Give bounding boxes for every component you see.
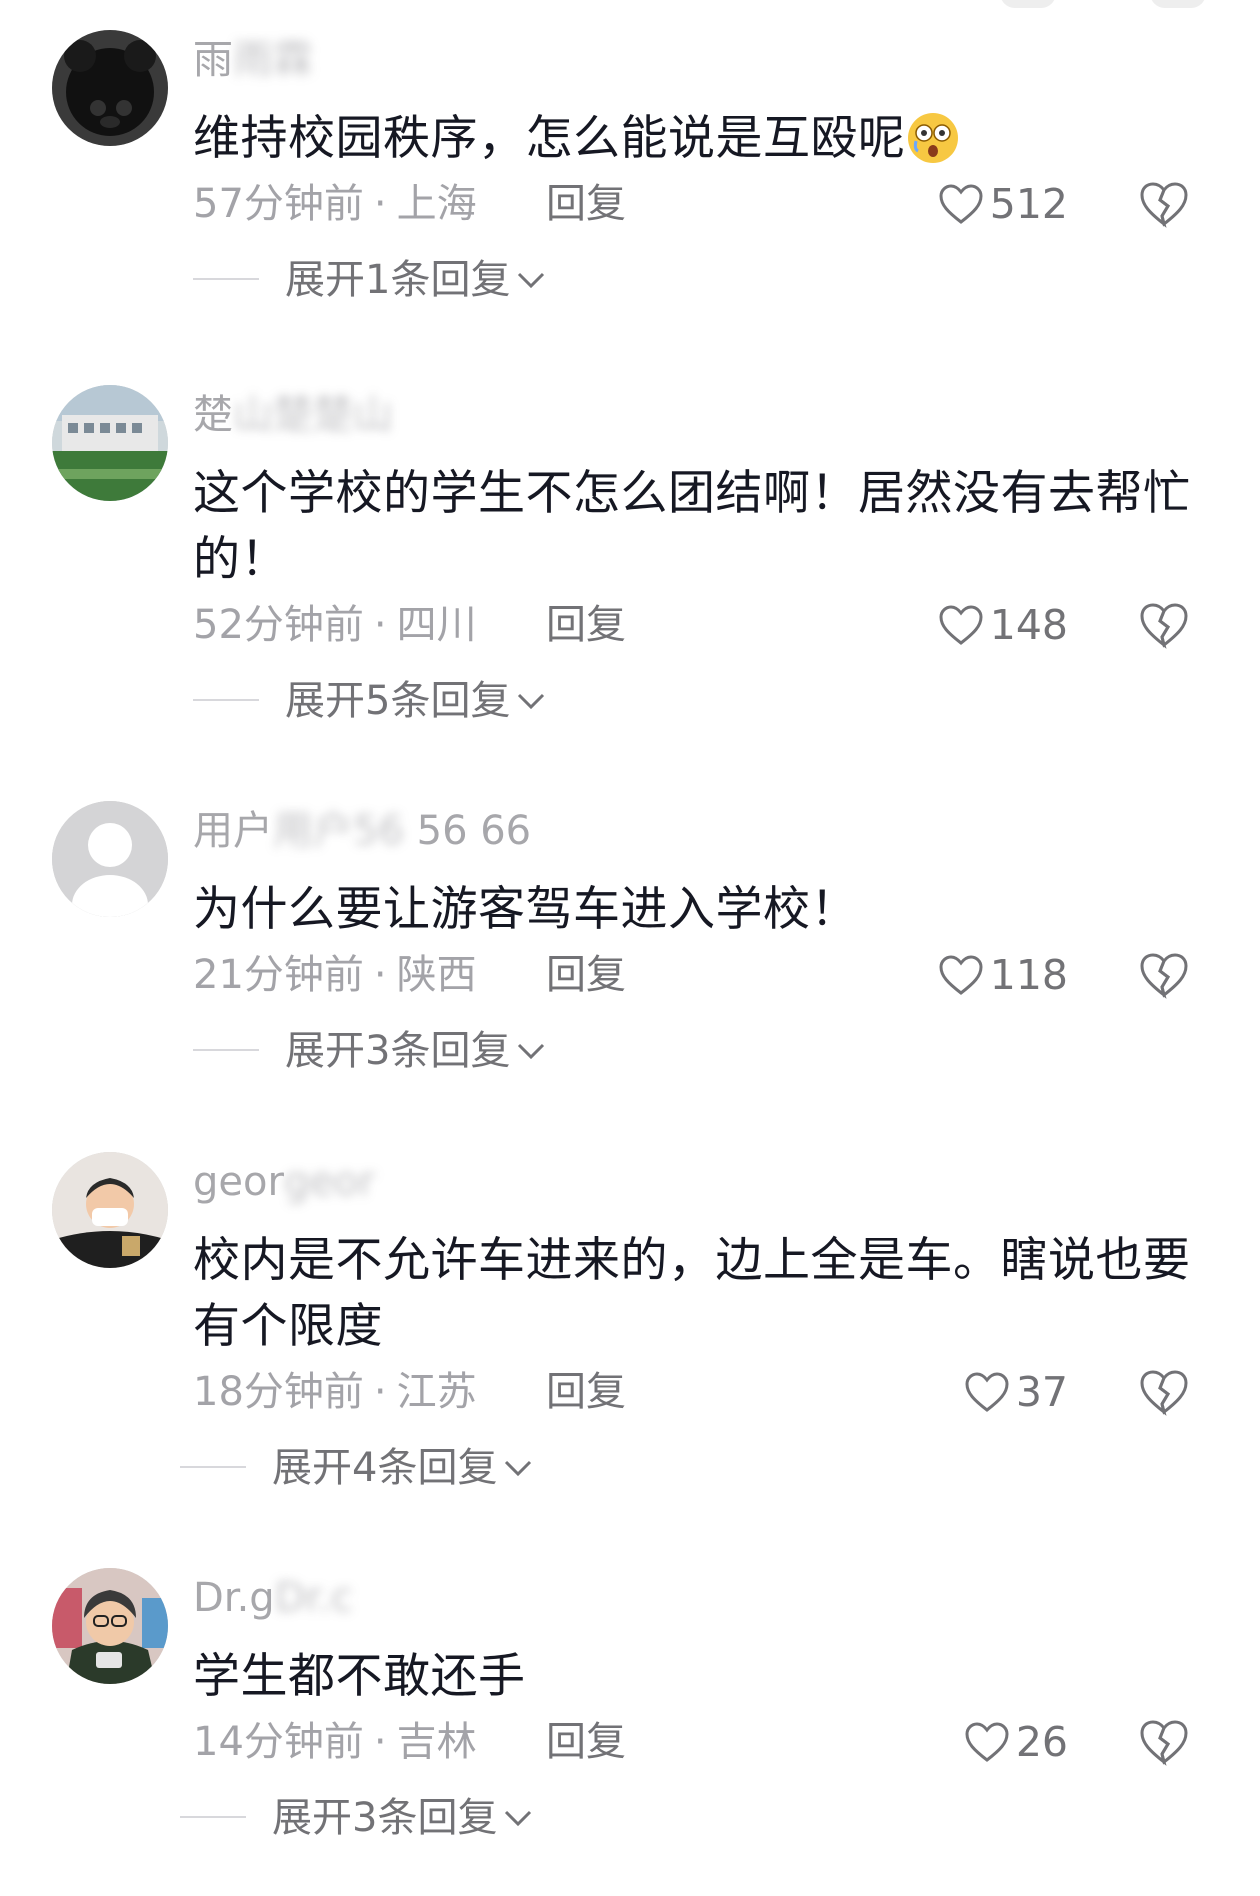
reply-button[interactable]: 回复 <box>546 1718 626 1766</box>
like-button[interactable]: 148 <box>908 601 1068 649</box>
broken-heart-icon <box>1140 1370 1188 1416</box>
username[interactable]: Dr.gDr.c <box>193 1574 353 1622</box>
chevron-down-icon <box>518 693 545 710</box>
comment-meta: 18分钟前 · 江苏 <box>193 1369 477 1415</box>
reply-button[interactable]: 回复 <box>546 180 626 228</box>
expand-replies-button[interactable]: 展开3条回复 <box>180 1794 533 1842</box>
dislike-button[interactable] <box>1138 180 1190 228</box>
reply-button[interactable]: 回复 <box>546 601 626 649</box>
comment-time: 52分钟前 <box>193 602 364 648</box>
like-count: 118 <box>989 951 1068 999</box>
broken-heart-icon <box>1140 603 1188 649</box>
expand-replies-button[interactable]: 展开1条回复 <box>193 256 546 304</box>
username[interactable]: 雨雨霖 <box>193 36 313 84</box>
chevron-down-icon <box>505 1810 532 1827</box>
like-button[interactable]: 26 <box>908 1718 1068 1766</box>
comment-text: 为什么要让游客驾车进入学校！ <box>193 882 858 937</box>
comment-meta: 21分钟前 · 陕西 <box>193 952 477 998</box>
reply-button[interactable]: 回复 <box>546 1368 626 1416</box>
like-count: 26 <box>1015 1718 1068 1766</box>
comment-location: 四川 <box>396 602 477 648</box>
heart-icon <box>965 1372 1009 1412</box>
comment-text: 校内是不允许车进来的，边上全是车。瞎说也要有个限度 <box>193 1233 1191 1354</box>
avatar[interactable] <box>52 1152 168 1268</box>
dislike-button[interactable] <box>1138 601 1190 649</box>
comment-time: 21分钟前 <box>193 952 364 998</box>
divider <box>180 1466 246 1468</box>
heart-icon <box>965 1722 1009 1762</box>
top-edge-bubbles <box>0 0 1260 8</box>
like-count: 37 <box>1015 1368 1068 1416</box>
reply-button[interactable]: 回复 <box>546 951 626 999</box>
comment-location: 陕西 <box>396 952 477 998</box>
comment-text: 学生都不敢还手 <box>193 1649 526 1704</box>
expand-replies-button[interactable]: 展开5条回复 <box>193 677 546 725</box>
avatar[interactable] <box>52 801 168 917</box>
comment-location: 上海 <box>396 181 477 227</box>
avatar[interactable] <box>52 30 168 146</box>
comment-text: 这个学校的学生不怎么团结啊！居然没有去帮忙的！ <box>193 466 1191 587</box>
top-bubble <box>1000 0 1056 8</box>
divider <box>180 1816 246 1818</box>
avatar[interactable] <box>52 385 168 501</box>
username[interactable]: georgeor <box>193 1158 375 1206</box>
heart-icon <box>939 955 983 995</box>
dislike-button[interactable] <box>1138 951 1190 999</box>
expand-replies-button[interactable]: 展开3条回复 <box>193 1027 546 1075</box>
username[interactable]: 用户用户56 56 66 <box>193 807 531 855</box>
heart-icon <box>939 605 983 645</box>
divider <box>193 699 259 701</box>
divider <box>193 1049 259 1051</box>
comment-location: 江苏 <box>396 1369 477 1415</box>
chevron-down-icon <box>518 272 545 289</box>
broken-heart-icon <box>1140 182 1188 228</box>
comment-meta: 52分钟前 · 四川 <box>193 602 477 648</box>
chevron-down-icon <box>505 1460 532 1477</box>
dislike-button[interactable] <box>1138 1718 1190 1766</box>
like-count: 148 <box>989 601 1068 649</box>
comment-location: 吉林 <box>396 1719 477 1765</box>
comment-time: 57分钟前 <box>193 181 364 227</box>
heart-icon <box>939 184 983 224</box>
like-button[interactable]: 118 <box>908 951 1068 999</box>
like-button[interactable]: 512 <box>908 180 1068 228</box>
like-count: 512 <box>989 180 1068 228</box>
top-bubble <box>1150 0 1206 8</box>
like-button[interactable]: 37 <box>908 1368 1068 1416</box>
chevron-down-icon <box>518 1043 545 1060</box>
comment-text: 维持校园秩序，怎么能说是互殴呢 <box>193 106 1203 172</box>
expand-replies-button[interactable]: 展开4条回复 <box>180 1444 533 1492</box>
dislike-button[interactable] <box>1138 1368 1190 1416</box>
comment-time: 18分钟前 <box>193 1369 364 1415</box>
dizzy-face-emoji <box>906 111 960 165</box>
comment-meta: 57分钟前 · 上海 <box>193 181 477 227</box>
broken-heart-icon <box>1140 953 1188 999</box>
broken-heart-icon <box>1140 1720 1188 1766</box>
avatar[interactable] <box>52 1568 168 1684</box>
divider <box>193 278 259 280</box>
username[interactable]: 楚山楚楚山 <box>193 391 393 439</box>
comment-time: 14分钟前 <box>193 1719 364 1765</box>
comment-meta: 14分钟前 · 吉林 <box>193 1719 477 1765</box>
